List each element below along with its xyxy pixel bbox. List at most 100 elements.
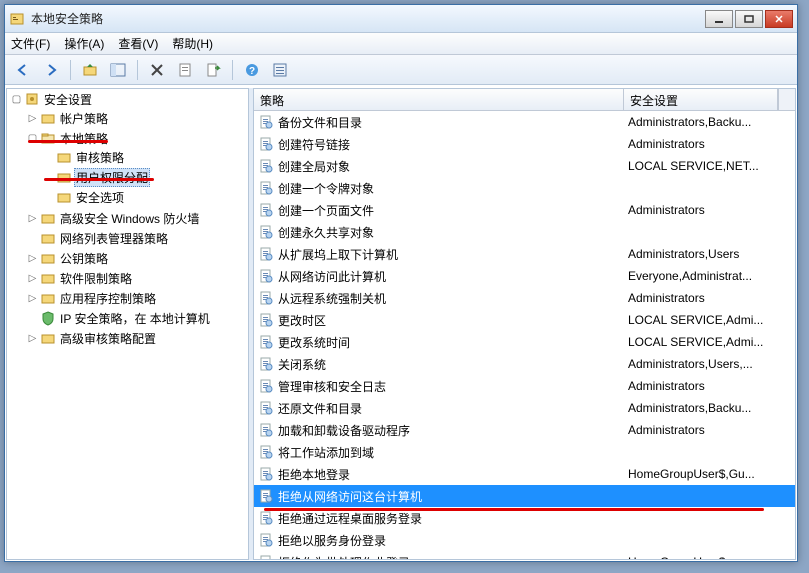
policy-setting: Administrators — [624, 203, 795, 217]
window-title: 本地安全策略 — [31, 10, 705, 27]
policy-setting: Administrators — [624, 291, 795, 305]
list-row[interactable]: 关闭系统Administrators,Users,... — [254, 353, 795, 375]
list-row[interactable]: 管理审核和安全日志Administrators — [254, 375, 795, 397]
list-row[interactable]: 拒绝以服务身份登录 — [254, 529, 795, 551]
show-tree-button[interactable] — [106, 58, 130, 82]
policy-name: 从扩展坞上取下计算机 — [278, 246, 398, 263]
list-body[interactable]: 备份文件和目录 Administrators,Backu... 创建符号链接Admi… — [254, 111, 795, 559]
policy-setting: HomeGroupUser$ — [624, 555, 795, 559]
menu-action[interactable]: 操作(A) — [64, 35, 104, 52]
tree-ipsec[interactable]: IP 安全策略，在 本地计算机 — [27, 309, 248, 327]
folder-icon — [56, 169, 72, 185]
col-secset[interactable]: 安全设置 — [624, 89, 778, 110]
list-row[interactable]: 拒绝作为批处理作业登录 HomeGroupUser$ — [254, 551, 795, 559]
toolbar: ? — [5, 55, 797, 85]
list-row[interactable]: 创建永久共享对象 — [254, 221, 795, 243]
folder-open-icon — [40, 130, 56, 146]
list-row[interactable]: 创建一个页面文件 Administrators — [254, 199, 795, 221]
list-row[interactable]: 拒绝从网络访问这台计算机 — [254, 485, 795, 507]
main-window: 本地安全策略 文件(F) 操作(A) 查看(V) 帮助(H) ? — [4, 4, 798, 562]
policy-icon — [258, 136, 274, 152]
back-button[interactable] — [11, 58, 35, 82]
list-row[interactable]: 更改时区LOCAL SERVICE,Admi... — [254, 309, 795, 331]
policy-setting: Everyone,Administrat... — [624, 269, 795, 283]
titlebar: 本地安全策略 — [5, 5, 797, 33]
expand-icon[interactable]: ▷ — [27, 213, 38, 224]
list-row[interactable]: 将工作站添加到域 — [254, 441, 795, 463]
expand-icon[interactable]: ▷ — [27, 113, 38, 124]
svg-text:?: ? — [249, 66, 255, 77]
tree-local-policy[interactable]: ▢本地策略 — [27, 129, 248, 147]
policy-name: 加载和卸载设备驱动程序 — [278, 422, 410, 439]
list-row[interactable]: 加载和卸载设备驱动程序 Administrators — [254, 419, 795, 441]
refresh-button[interactable] — [268, 58, 292, 82]
policy-icon — [258, 400, 274, 416]
list-row[interactable]: 从远程系统强制关机Administrators — [254, 287, 795, 309]
up-button[interactable] — [78, 58, 102, 82]
tree-appctrl[interactable]: ▷应用程序控制策略 — [27, 289, 248, 307]
policy-name: 还原文件和目录 — [278, 400, 362, 417]
tree-swrestrict[interactable]: ▷软件限制策略 — [27, 269, 248, 287]
policy-setting: Administrators,Users,... — [624, 357, 795, 371]
policy-setting: LOCAL SERVICE,Admi... — [624, 335, 795, 349]
tree-root[interactable]: ▢ 安全设置 — [11, 90, 248, 108]
menubar: 文件(F) 操作(A) 查看(V) 帮助(H) — [5, 33, 797, 55]
list-row[interactable]: 备份文件和目录 Administrators,Backu... — [254, 111, 795, 133]
tree-audit-policy[interactable]: 审核策略 — [43, 148, 248, 166]
export-button[interactable] — [201, 58, 225, 82]
policy-name: 创建全局对象 — [278, 158, 350, 175]
collapse-icon[interactable]: ▢ — [27, 133, 38, 144]
policy-setting: Administrators — [624, 423, 795, 437]
policy-icon — [258, 554, 274, 559]
list-row[interactable]: 拒绝通过远程桌面服务登录 — [254, 507, 795, 529]
list-row[interactable]: 从扩展坞上取下计算机Administrators,Users — [254, 243, 795, 265]
policy-icon — [258, 224, 274, 240]
expand-icon[interactable]: ▷ — [27, 333, 38, 344]
policy-icon — [258, 466, 274, 482]
list-row[interactable]: 更改系统时间LOCAL SERVICE,Admi... — [254, 331, 795, 353]
policy-name: 拒绝作为批处理作业登录 — [278, 554, 410, 560]
tree-windows-firewall[interactable]: ▷高级安全 Windows 防火墙 — [27, 209, 248, 227]
folder-icon — [40, 230, 56, 246]
policy-icon — [258, 114, 274, 130]
policy-name: 创建永久共享对象 — [278, 224, 374, 241]
list-row[interactable]: 创建全局对象LOCAL SERVICE,NET... — [254, 155, 795, 177]
list-row[interactable]: 创建符号链接Administrators — [254, 133, 795, 155]
menu-file[interactable]: 文件(F) — [11, 35, 50, 52]
policy-icon — [258, 378, 274, 394]
policy-icon — [258, 510, 274, 526]
list-row[interactable]: 从网络访问此计算机Everyone,Administrat... — [254, 265, 795, 287]
list-row[interactable]: 创建一个令牌对象 — [254, 177, 795, 199]
tree-advaudit[interactable]: ▷高级审核策略配置 — [27, 329, 248, 347]
policy-name: 拒绝以服务身份登录 — [278, 532, 386, 549]
col-policy[interactable]: 策略 — [254, 89, 624, 110]
tree-security-options[interactable]: 安全选项 — [43, 188, 248, 206]
properties-button[interactable] — [173, 58, 197, 82]
tree-user-rights[interactable]: 用户权限分配 — [43, 168, 248, 186]
tree-account-policy[interactable]: ▷帐户策略 — [27, 109, 248, 127]
list-row[interactable]: 拒绝本地登录HomeGroupUser$,Gu... — [254, 463, 795, 485]
expand-icon[interactable]: ▷ — [27, 293, 38, 304]
policy-setting: HomeGroupUser$,Gu... — [624, 467, 795, 481]
list-pane: 策略 安全设置 备份文件和目录 Administrators,Backu... 创建… — [253, 88, 796, 560]
policy-setting: Administrators,Backu... — [624, 115, 795, 129]
menu-help[interactable]: 帮助(H) — [172, 35, 213, 52]
policy-setting: LOCAL SERVICE,Admi... — [624, 313, 795, 327]
policy-icon — [258, 334, 274, 350]
folder-icon — [40, 330, 56, 346]
help-button[interactable]: ? — [240, 58, 264, 82]
policy-name: 备份文件和目录 — [278, 114, 362, 131]
menu-view[interactable]: 查看(V) — [118, 35, 158, 52]
expand-icon[interactable]: ▷ — [27, 273, 38, 284]
close-button[interactable] — [765, 10, 793, 28]
tree-pubkey[interactable]: ▷公钥策略 — [27, 249, 248, 267]
policy-name: 创建一个页面文件 — [278, 202, 374, 219]
delete-button[interactable] — [145, 58, 169, 82]
list-row[interactable]: 还原文件和目录Administrators,Backu... — [254, 397, 795, 419]
expand-icon[interactable]: ▷ — [27, 253, 38, 264]
forward-button[interactable] — [39, 58, 63, 82]
minimize-button[interactable] — [705, 10, 733, 28]
tree-netlist[interactable]: 网络列表管理器策略 — [27, 229, 248, 247]
collapse-icon[interactable]: ▢ — [11, 94, 22, 105]
maximize-button[interactable] — [735, 10, 763, 28]
